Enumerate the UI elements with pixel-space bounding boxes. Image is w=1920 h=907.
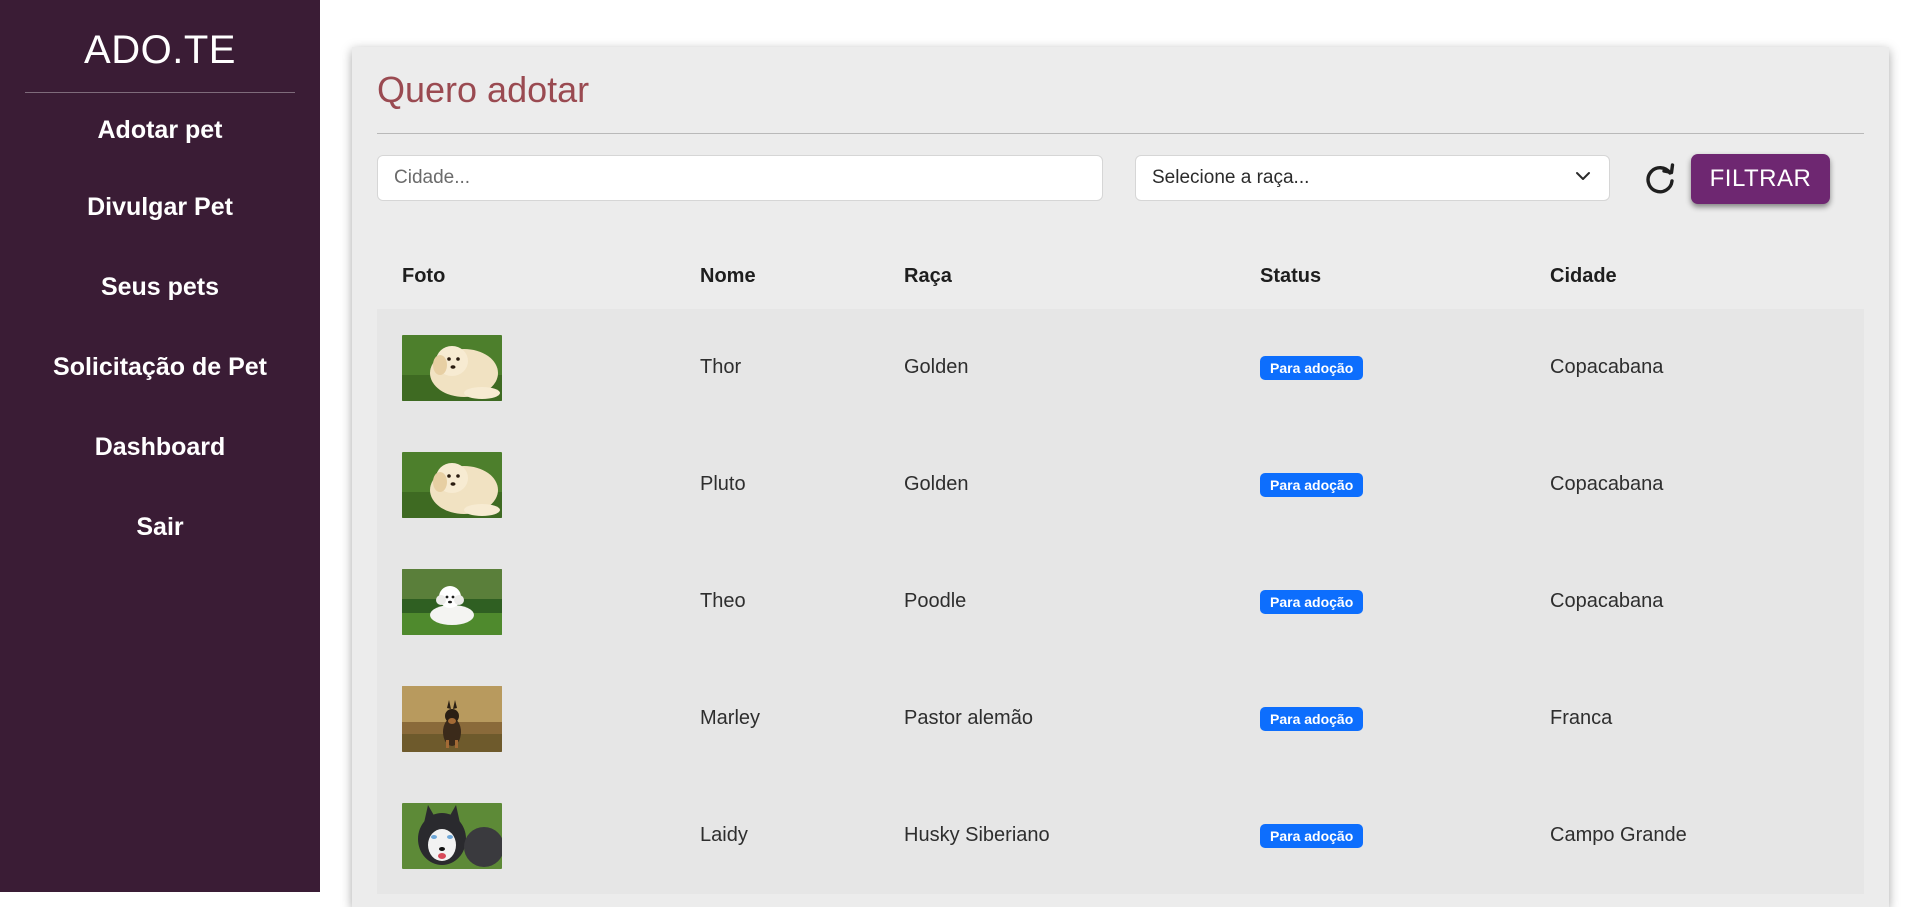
pet-breed: Husky Siberiano bbox=[904, 824, 1050, 846]
breed-select-value: Selecione a raça... bbox=[1152, 167, 1310, 188]
table-row[interactable]: Laidy Husky Siberiano Para adoção Campo … bbox=[377, 777, 1864, 894]
pet-city: Copacabana bbox=[1550, 590, 1664, 612]
pet-breed: Golden bbox=[904, 356, 969, 378]
brand-logo: ADO.TE bbox=[84, 28, 236, 72]
title-divider bbox=[377, 133, 1864, 134]
pet-city: Campo Grande bbox=[1550, 824, 1687, 846]
pet-city: Copacabana bbox=[1550, 473, 1664, 495]
pet-name: Marley bbox=[700, 707, 761, 729]
sidebar: ADO.TE Adotar pet Divulgar Pet Seus pets… bbox=[0, 0, 320, 892]
pet-name: Theo bbox=[700, 590, 746, 612]
sidebar-nav: Adotar pet Divulgar Pet Seus pets Solici… bbox=[0, 93, 320, 567]
sidebar-item-dashboard[interactable]: Dashboard bbox=[0, 407, 320, 487]
status-badge: Para adoção bbox=[1260, 589, 1364, 614]
white-poodle-photo bbox=[402, 568, 502, 635]
column-header-raca: Raça bbox=[904, 243, 1260, 309]
column-header-nome: Nome bbox=[700, 243, 904, 309]
column-header-status: Status bbox=[1260, 243, 1550, 309]
sidebar-item-sair[interactable]: Sair bbox=[0, 487, 320, 567]
status-badge: Para adoção bbox=[1260, 355, 1364, 380]
status-badge: Para adoção bbox=[1260, 706, 1364, 731]
status-badge: Para adoção bbox=[1260, 823, 1364, 848]
table-row[interactable]: Pluto Golden Para adoção Copacabana bbox=[377, 426, 1864, 543]
sidebar-item-seus-pets[interactable]: Seus pets bbox=[0, 247, 320, 327]
adopt-card: Quero adotar Selecione a raça... FILTRAR… bbox=[352, 47, 1889, 907]
refresh-icon[interactable] bbox=[1643, 162, 1677, 196]
golden-retriever-puppy-photo bbox=[402, 334, 502, 401]
pet-breed: Pastor alemão bbox=[904, 707, 1033, 729]
pet-breed: Poodle bbox=[904, 590, 967, 612]
filter-button[interactable]: FILTRAR bbox=[1691, 154, 1830, 204]
siberian-husky-photo bbox=[402, 802, 502, 869]
pet-name: Thor bbox=[700, 356, 742, 378]
pet-breed: Golden bbox=[904, 473, 969, 495]
sidebar-item-solicitacao-de-pet[interactable]: Solicitação de Pet bbox=[0, 327, 320, 407]
sidebar-item-divulgar-pet[interactable]: Divulgar Pet bbox=[0, 167, 320, 247]
column-header-cidade: Cidade bbox=[1550, 243, 1864, 309]
city-search-input[interactable] bbox=[377, 155, 1103, 201]
breed-select[interactable]: Selecione a raça... bbox=[1135, 155, 1610, 201]
column-header-foto: Foto bbox=[377, 243, 700, 309]
pet-city: Franca bbox=[1550, 707, 1613, 729]
chevron-down-icon bbox=[1576, 172, 1590, 180]
table-row[interactable]: Thor Golden Para adoção Copacabana bbox=[377, 309, 1864, 426]
pet-city: Copacabana bbox=[1550, 356, 1664, 378]
golden-retriever-puppy-photo bbox=[402, 451, 502, 518]
german-shepherd-photo bbox=[402, 685, 502, 752]
status-badge: Para adoção bbox=[1260, 472, 1364, 497]
table-row[interactable]: Marley Pastor alemão Para adoção Franca bbox=[377, 660, 1864, 777]
sidebar-item-adotar-pet[interactable]: Adotar pet bbox=[0, 93, 320, 167]
table-row[interactable]: Theo Poodle Para adoção Copacabana bbox=[377, 543, 1864, 660]
pet-name: Laidy bbox=[700, 824, 748, 846]
page-title: Quero adotar bbox=[377, 69, 590, 110]
pets-table: Foto Nome Raça Status Cidade Thor Golden… bbox=[377, 243, 1864, 894]
pet-name: Pluto bbox=[700, 473, 746, 495]
table-header-row: Foto Nome Raça Status Cidade bbox=[377, 243, 1864, 309]
